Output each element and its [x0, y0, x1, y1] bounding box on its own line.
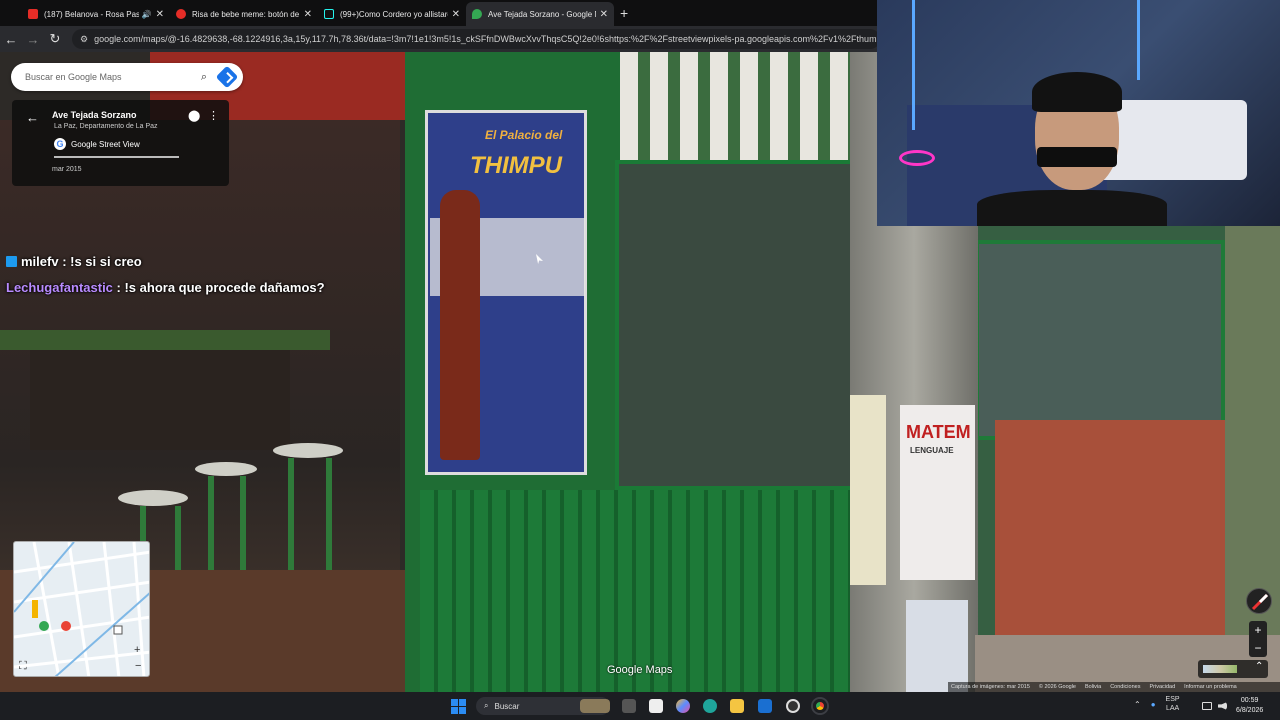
close-tab-icon[interactable]: ✕ [452, 9, 460, 20]
copyright: © 2026 Google [1038, 684, 1076, 690]
chat-message: Lechugafantastic : !s ahora que procede … [6, 280, 325, 295]
file-explorer-icon[interactable] [730, 699, 744, 713]
language-code: ESP [1165, 696, 1180, 703]
system-tray: ⌃ ● ESP LAA [1134, 695, 1180, 713]
zoom-in-button[interactable]: + [1249, 621, 1267, 639]
task-view-icon[interactable] [622, 699, 636, 713]
search-icon[interactable]: ⌕ [193, 71, 215, 84]
expand-up-icon[interactable]: ⌃ [1255, 661, 1263, 672]
browser-tab-active[interactable]: Ave Tejada Sorzano - Google M ✕ [466, 2, 614, 26]
search-input[interactable]: Buscar en Google Maps [25, 72, 193, 82]
tab-title: Ave Tejada Sorzano - Google M [488, 9, 596, 19]
street-view-info-card: ← Ave Tejada Sorzano La Paz, Departament… [12, 100, 229, 186]
chat-text: : !s si si creo [58, 254, 142, 269]
maps-search-box[interactable]: Buscar en Google Maps ⌕ [11, 63, 243, 91]
chat-username: Lechugafantastic [6, 280, 113, 295]
url-field[interactable]: ⚙ google.com/maps/@-16.4829638,-68.12249… [72, 29, 880, 49]
tab-title: (99+)Como Cordero yo allistaré [340, 9, 448, 19]
site-settings-icon[interactable]: ⚙ [80, 34, 88, 45]
place-subtitle: La Paz, Departamento de La Paz [54, 123, 158, 130]
location-pin-icon[interactable]: ⬤ [188, 109, 200, 122]
menu-sign-header: El Palacio del [485, 128, 563, 142]
menu-sign-title: THIMPU [470, 152, 562, 179]
directions-icon[interactable] [215, 65, 239, 89]
close-tab-icon[interactable]: ✕ [304, 9, 312, 20]
taskbar-clock[interactable]: 00:59 6/8/2026 [1236, 696, 1263, 716]
expand-icon[interactable]: ⛶ [19, 660, 27, 673]
windows-taskbar [0, 692, 1280, 720]
minimap-streets [14, 542, 149, 676]
source-label: Google Street View [71, 139, 140, 149]
street-view-source: G Google Street View [54, 138, 140, 150]
back-icon[interactable]: ← [0, 32, 22, 47]
widgets-icon[interactable] [580, 699, 610, 713]
taskbar-search-label: Buscar [494, 701, 520, 711]
google-maps-icon [472, 9, 482, 19]
youtube-icon [176, 9, 186, 19]
capture-date[interactable]: mar 2015 [52, 166, 82, 173]
divider [54, 156, 179, 158]
browser-tab[interactable]: (99+)Como Cordero yo allistaré ✕ [318, 2, 466, 26]
layers-control[interactable]: ⌃ [1198, 660, 1268, 678]
clock-time: 00:59 [1240, 697, 1259, 704]
address-bar-row: ← → ↻ ⚙ google.com/maps/@-16.4829638,-68… [0, 26, 880, 52]
zoom-out-icon[interactable]: − [135, 660, 141, 672]
edge-icon[interactable] [703, 699, 717, 713]
close-tab-icon[interactable]: ✕ [156, 9, 164, 20]
store-icon[interactable] [649, 699, 663, 713]
google-icon: G [54, 138, 66, 150]
clock-date: 6/8/2026 [1236, 707, 1264, 714]
more-options-icon[interactable]: ⋮ [208, 109, 219, 122]
language-indicator[interactable]: ESP LAA [1166, 695, 1180, 713]
url-text: google.com/maps/@-16.4829638,-68.1224916… [94, 34, 880, 44]
google-maps-logo: Google Maps [607, 664, 673, 676]
map-attribution: Captura de imágenes: mar 2015 © 2026 Goo… [948, 682, 1280, 692]
outlook-icon[interactable] [758, 699, 772, 713]
new-tab-icon[interactable]: + [620, 5, 628, 21]
back-arrow-icon[interactable]: ← [26, 110, 39, 125]
privacy-link[interactable]: Privacidad [1149, 684, 1175, 690]
reload-icon[interactable]: ↻ [44, 31, 66, 47]
chevron-up-icon[interactable]: ⌃ [1134, 700, 1141, 709]
youtube-icon [28, 9, 38, 19]
search-icon: ⌕ [484, 701, 489, 710]
chat-message: milefv : !s si si creo [6, 254, 142, 269]
forward-icon[interactable]: → [22, 32, 44, 47]
windows-start-icon[interactable] [451, 699, 466, 714]
browser-tab[interactable]: Risa de bebe meme: botón de ✕ [170, 2, 318, 26]
obs-icon[interactable] [786, 699, 800, 713]
network-icon[interactable] [1202, 702, 1212, 710]
browser-tab-bar: (187) Belanova - Rosa Pastel 🔊 ✕ Risa de… [0, 0, 880, 26]
zoom-control: + − [1249, 621, 1267, 657]
screen: El Palacio del THIMPU MATEM LENGUAJE (18… [0, 0, 1280, 720]
tab-title: Risa de bebe meme: botón de [192, 9, 300, 19]
zoom-out-button[interactable]: − [1249, 639, 1267, 657]
webcam-overlay [877, 0, 1280, 226]
browser-tab[interactable]: (187) Belanova - Rosa Pastel 🔊 ✕ [22, 2, 170, 26]
moderator-badge-icon [6, 256, 17, 267]
chrome-icon[interactable] [813, 699, 827, 713]
speaker-icon[interactable]: 🔊 [142, 10, 152, 19]
compass-icon[interactable] [1246, 588, 1272, 614]
close-tab-icon[interactable]: ✕ [600, 9, 608, 20]
place-title: Ave Tejada Sorzano [52, 110, 137, 120]
tab-title: (187) Belanova - Rosa Pastel [44, 9, 139, 19]
tiktok-icon [324, 9, 334, 19]
minimap[interactable]: ⛶ + − [13, 541, 150, 677]
report-problem-link[interactable]: Informar un problema [1184, 684, 1237, 690]
copilot-icon[interactable] [676, 699, 690, 713]
poster-title: MATEM [906, 422, 971, 442]
zoom-in-icon[interactable]: + [134, 644, 140, 656]
microphone-icon[interactable]: ● [1151, 700, 1156, 709]
poster-subtitle: LENGUAJE [910, 446, 954, 455]
country-link[interactable]: Bolivia [1085, 684, 1101, 690]
chat-text: : !s ahora que procede dañamos? [112, 280, 325, 295]
imagery-date: Captura de imágenes: mar 2015 [951, 684, 1030, 690]
terms-link[interactable]: Condiciones [1110, 684, 1140, 690]
chat-username: milefv [21, 254, 59, 269]
keyboard-layout: LAA [1165, 705, 1180, 712]
